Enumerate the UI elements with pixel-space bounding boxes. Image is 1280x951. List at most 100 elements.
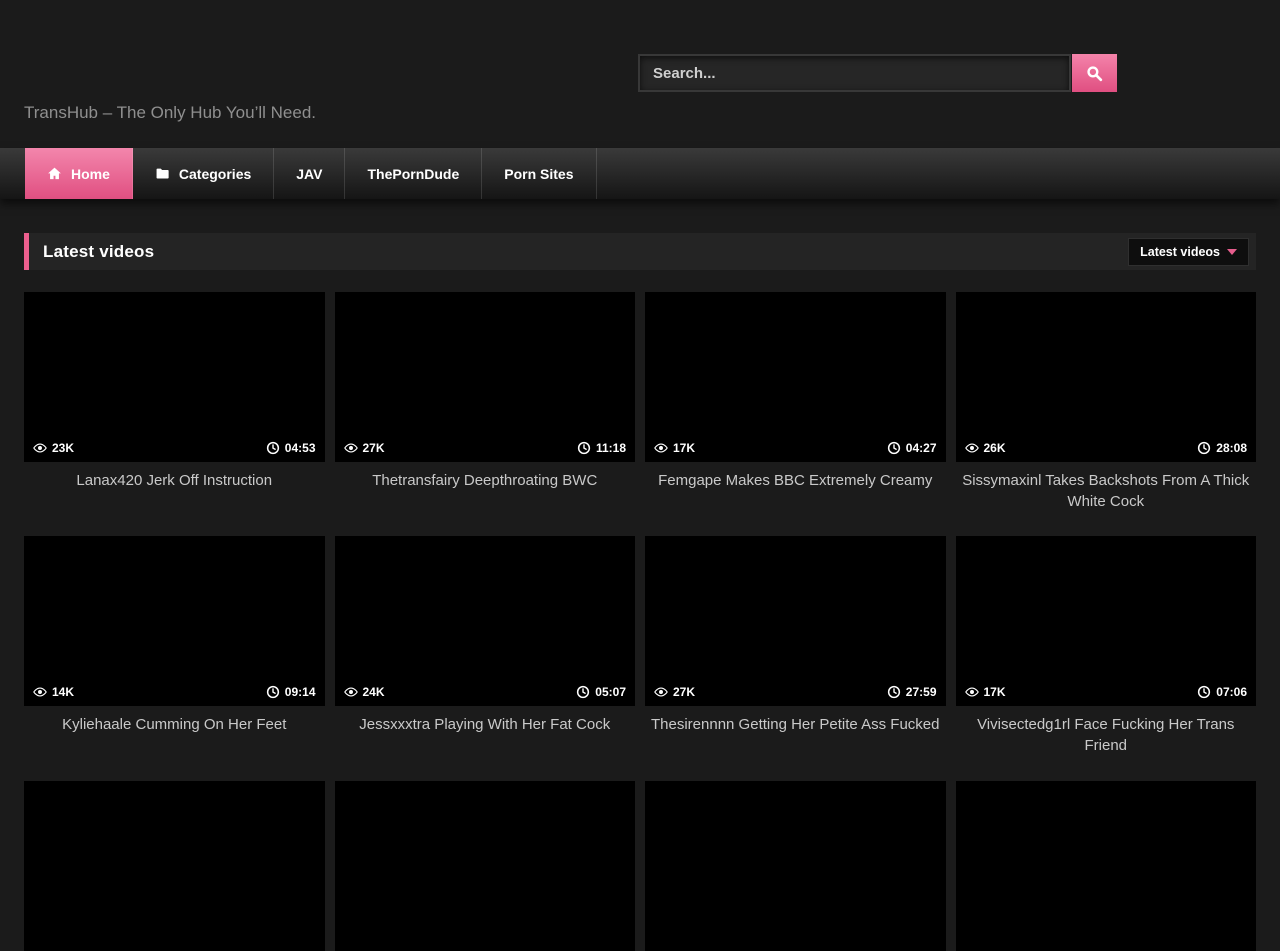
clock-icon <box>887 685 901 699</box>
video-thumbnail[interactable]: 27K 27:59 <box>645 536 946 706</box>
video-views-stat: 17K <box>654 441 695 455</box>
video-duration-stat: 07:06 <box>1197 685 1247 699</box>
nav-item-categories[interactable]: Categories <box>133 148 274 199</box>
video-views: 17K <box>984 685 1006 699</box>
clock-icon <box>1197 441 1211 455</box>
video-card[interactable]: 17K 07:06 Vivisectedg1rl Face Fucking He… <box>956 536 1257 756</box>
video-card[interactable]: 24K 05:07 Jessxxxtra Playing With Her Fa… <box>335 536 636 756</box>
video-duration: 27:59 <box>906 685 937 699</box>
eye-icon <box>654 441 668 455</box>
main-navigation: Home Categories JAV ThePornDude Porn Sit… <box>0 148 1280 199</box>
video-stats: 17K 07:06 <box>956 685 1257 706</box>
video-card-partial[interactable] <box>24 781 325 951</box>
video-duration: 04:27 <box>906 441 937 455</box>
home-icon <box>47 166 62 181</box>
nav-item-label: ThePornDude <box>367 166 459 182</box>
video-stats: 26K 28:08 <box>956 441 1257 462</box>
nav-item-porn-sites[interactable]: Porn Sites <box>482 148 596 199</box>
video-duration: 07:06 <box>1216 685 1247 699</box>
eye-icon <box>965 685 979 699</box>
video-duration-stat: 04:53 <box>266 441 316 455</box>
eye-icon <box>33 441 47 455</box>
video-thumbnail[interactable]: 17K 07:06 <box>956 536 1257 706</box>
video-thumbnail[interactable] <box>645 781 946 951</box>
video-views: 24K <box>363 685 385 699</box>
video-duration-stat: 04:27 <box>887 441 937 455</box>
video-title[interactable]: Thesirennnn Getting Her Petite Ass Fucke… <box>645 715 946 736</box>
video-views-stat: 26K <box>965 441 1006 455</box>
site-title: TransHub – The Only Hub You’ll Need. <box>24 103 316 123</box>
video-title[interactable]: Jessxxxtra Playing With Her Fat Cock <box>335 715 636 736</box>
video-title[interactable]: Vivisectedg1rl Face Fucking Her Trans Fr… <box>956 715 1257 756</box>
video-duration-stat: 09:14 <box>266 685 316 699</box>
video-duration-stat: 27:59 <box>887 685 937 699</box>
video-views: 17K <box>673 441 695 455</box>
video-card[interactable]: 23K 04:53 Lanax420 Jerk Off Instruction <box>24 292 325 512</box>
eye-icon <box>965 441 979 455</box>
sort-dropdown[interactable]: Latest videos <box>1128 238 1249 266</box>
video-duration: 28:08 <box>1216 441 1247 455</box>
nav-item-home[interactable]: Home <box>25 148 133 199</box>
video-views-stat: 27K <box>344 441 385 455</box>
video-card[interactable]: 26K 28:08 Sissymaxinl Takes Backshots Fr… <box>956 292 1257 512</box>
search-input[interactable] <box>638 54 1071 92</box>
video-stats: 23K 04:53 <box>24 441 325 462</box>
video-stats: 17K 04:27 <box>645 441 946 462</box>
video-views-stat: 23K <box>33 441 74 455</box>
video-views: 23K <box>52 441 74 455</box>
clock-icon <box>266 685 280 699</box>
video-duration: 04:53 <box>285 441 316 455</box>
video-views: 26K <box>984 441 1006 455</box>
video-views-stat: 14K <box>33 685 74 699</box>
caret-down-icon <box>1227 249 1237 255</box>
folder-icon <box>155 166 170 181</box>
video-card[interactable]: 17K 04:27 Femgape Makes BBC Extremely Cr… <box>645 292 946 512</box>
video-thumbnail[interactable]: 23K 04:53 <box>24 292 325 462</box>
video-stats: 27K 27:59 <box>645 685 946 706</box>
video-thumbnail[interactable] <box>335 781 636 951</box>
video-stats: 27K 11:18 <box>335 441 636 462</box>
clock-icon <box>576 685 590 699</box>
nav-item-theporndude[interactable]: ThePornDude <box>345 148 482 199</box>
eye-icon <box>33 685 47 699</box>
video-card[interactable]: 27K 11:18 Thetransfairy Deepthroating BW… <box>335 292 636 512</box>
clock-icon <box>577 441 591 455</box>
video-card-partial[interactable] <box>335 781 636 951</box>
eye-icon <box>344 441 358 455</box>
video-duration-stat: 28:08 <box>1197 441 1247 455</box>
video-card-partial[interactable] <box>956 781 1257 951</box>
video-title[interactable]: Thetransfairy Deepthroating BWC <box>335 471 636 492</box>
video-thumbnail[interactable] <box>24 781 325 951</box>
video-duration: 09:14 <box>285 685 316 699</box>
nav-item-jav[interactable]: JAV <box>274 148 345 199</box>
nav-item-label: Porn Sites <box>504 166 573 182</box>
video-title[interactable]: Kyliehaale Cumming On Her Feet <box>24 715 325 736</box>
video-thumbnail[interactable] <box>956 781 1257 951</box>
section-title: Latest videos <box>43 242 154 262</box>
video-title[interactable]: Sissymaxinl Takes Backshots From A Thick… <box>956 471 1257 512</box>
video-title[interactable]: Femgape Makes BBC Extremely Creamy <box>645 471 946 492</box>
video-thumbnail[interactable]: 14K 09:14 <box>24 536 325 706</box>
video-duration-stat: 05:07 <box>576 685 626 699</box>
video-views-stat: 17K <box>965 685 1006 699</box>
search-form <box>638 54 1117 92</box>
video-title[interactable]: Lanax420 Jerk Off Instruction <box>24 471 325 492</box>
video-card[interactable]: 27K 27:59 Thesirennnn Getting Her Petite… <box>645 536 946 756</box>
video-card-partial[interactable] <box>645 781 946 951</box>
video-thumbnail[interactable]: 17K 04:27 <box>645 292 946 462</box>
video-thumbnail[interactable]: 27K 11:18 <box>335 292 636 462</box>
video-grid: 23K 04:53 Lanax420 Jerk Off Instruction <box>24 292 1256 951</box>
video-views: 27K <box>363 441 385 455</box>
video-views-stat: 27K <box>654 685 695 699</box>
video-card[interactable]: 14K 09:14 Kyliehaale Cumming On Her Feet <box>24 536 325 756</box>
sort-dropdown-label: Latest videos <box>1140 245 1220 259</box>
magnifier-icon <box>1085 64 1104 83</box>
nav-item-label: Home <box>71 166 110 182</box>
video-duration-stat: 11:18 <box>577 441 626 455</box>
video-stats: 14K 09:14 <box>24 685 325 706</box>
page-header: TransHub – The Only Hub You’ll Need. <box>0 0 1280 148</box>
video-views: 27K <box>673 685 695 699</box>
video-thumbnail[interactable]: 26K 28:08 <box>956 292 1257 462</box>
search-button[interactable] <box>1072 54 1117 92</box>
video-thumbnail[interactable]: 24K 05:07 <box>335 536 636 706</box>
